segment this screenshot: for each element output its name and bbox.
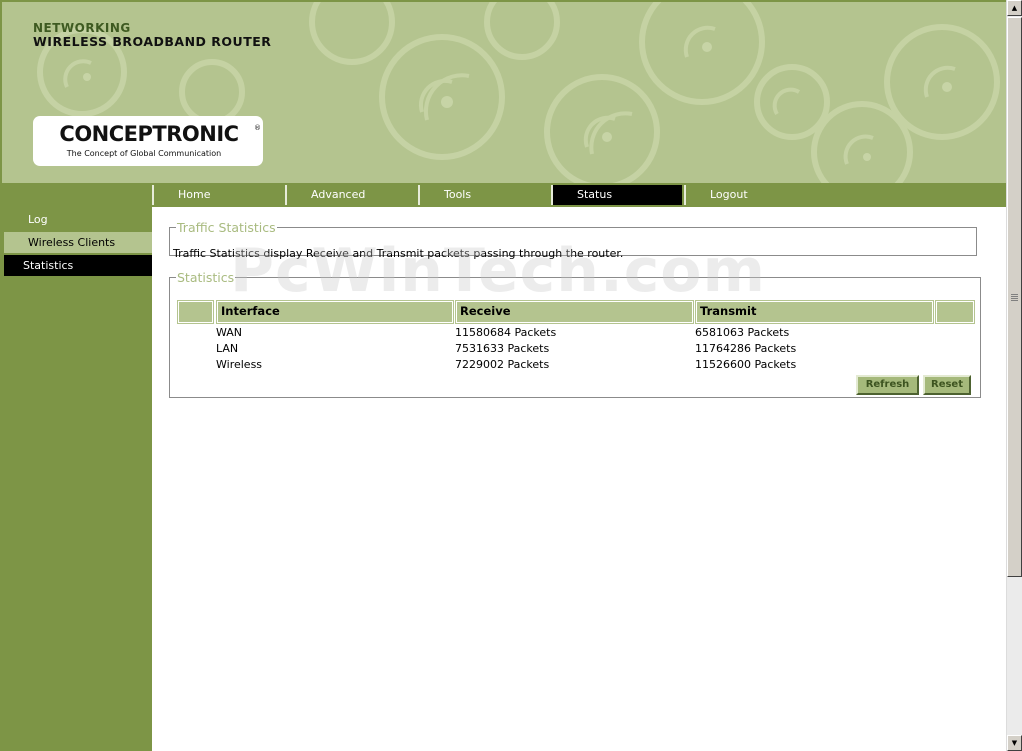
reset-button[interactable]: Reset bbox=[923, 375, 971, 395]
brand-networking: NETWORKING bbox=[33, 21, 131, 35]
scrollbar-thumb[interactable] bbox=[1007, 17, 1022, 577]
table-cell-interface: LAN bbox=[216, 342, 239, 355]
tab-logout[interactable]: Logout bbox=[684, 185, 815, 205]
statistics-legend: Statistics bbox=[177, 270, 235, 285]
sidebar-item-log[interactable]: Log bbox=[4, 209, 154, 230]
tab-tools[interactable]: Tools bbox=[418, 185, 549, 205]
refresh-button[interactable]: Refresh bbox=[856, 375, 919, 395]
scrollbar-grip-icon bbox=[1011, 294, 1018, 302]
logo-wordmark: CONCEPTRONIC bbox=[59, 122, 239, 146]
table-cell-interface: WAN bbox=[216, 326, 243, 339]
brand-product-title: WIRELESS BROADBAND ROUTER bbox=[33, 34, 272, 49]
main-content: Traffic Statistics Traffic Statistics di… bbox=[152, 207, 1006, 751]
header-banner: NETWORKING WIRELESS BROADBAND ROUTER CON… bbox=[0, 0, 1006, 183]
vertical-scrollbar[interactable]: ▲ ▼ bbox=[1006, 0, 1022, 751]
table-cell-interface: Wireless bbox=[216, 358, 263, 371]
column-header-interface: Interface bbox=[217, 301, 453, 323]
table-cell-transmit: 11764286 Packets bbox=[695, 342, 797, 355]
scroll-down-arrow-icon[interactable]: ▼ bbox=[1007, 735, 1022, 751]
tab-status[interactable]: Status bbox=[551, 185, 682, 205]
statistics-panel: Statistics Interface Receive Transmit WA… bbox=[169, 270, 981, 398]
traffic-statistics-legend: Traffic Statistics bbox=[177, 220, 276, 235]
table-cell-transmit: 11526600 Packets bbox=[695, 358, 797, 371]
scroll-up-arrow-icon[interactable]: ▲ bbox=[1007, 0, 1022, 16]
sidebar-item-wireless-clients[interactable]: Wireless Clients bbox=[4, 232, 154, 253]
table-cell-receive: 11580684 Packets bbox=[455, 326, 557, 339]
table-cell-receive: 7531633 Packets bbox=[455, 342, 550, 355]
table-header-spacer-left bbox=[178, 301, 213, 323]
table-header-spacer-right bbox=[936, 301, 974, 323]
conceptronic-logo: CONCEPTRONIC ® The Concept of Global Com… bbox=[33, 116, 263, 166]
tab-advanced[interactable]: Advanced bbox=[285, 185, 416, 205]
logo-registered-mark: ® bbox=[254, 124, 261, 132]
traffic-statistics-description: Traffic Statistics display Receive and T… bbox=[173, 247, 624, 260]
column-header-receive: Receive bbox=[456, 301, 693, 323]
table-cell-receive: 7229002 Packets bbox=[455, 358, 550, 371]
logo-tagline: The Concept of Global Communication bbox=[66, 149, 222, 158]
table-cell-transmit: 6581063 Packets bbox=[695, 326, 790, 339]
tab-home[interactable]: Home bbox=[152, 185, 283, 205]
sidebar-item-statistics[interactable]: Statistics bbox=[4, 255, 154, 276]
traffic-statistics-panel: Traffic Statistics Traffic Statistics di… bbox=[169, 220, 977, 260]
column-header-transmit: Transmit bbox=[696, 301, 933, 323]
sidebar: Log Wireless Clients Statistics bbox=[0, 207, 154, 751]
